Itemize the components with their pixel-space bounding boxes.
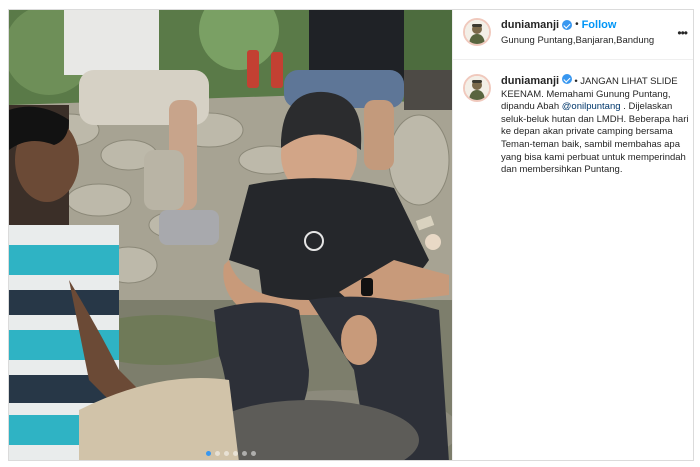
caption-part-2: . Dijelaskan seluk-beluk hutan dan LMDH.…: [501, 101, 689, 176]
post-side-panel: duniamanji • Follow Gunung Puntang,Banja…: [452, 10, 693, 460]
carousel-dot[interactable]: [223, 451, 229, 456]
carousel-dot[interactable]: [241, 451, 247, 456]
separator-dot: •: [575, 19, 579, 30]
avatar[interactable]: [463, 74, 491, 102]
mention-link[interactable]: @onilpuntang: [562, 101, 621, 112]
carousel-dot[interactable]: [205, 451, 211, 456]
post-header: duniamanji • Follow Gunung Puntang,Banja…: [453, 10, 693, 60]
photo-illustration: [9, 10, 452, 460]
carousel-indicator[interactable]: [9, 451, 452, 456]
post-photo[interactable]: [9, 10, 452, 460]
more-options-icon[interactable]: •••: [677, 26, 688, 40]
avatar-image: [465, 20, 489, 44]
caption-text: duniamanji • JANGAN LIHAT SLIDE KEENAM. …: [501, 74, 691, 177]
avatar-image: [465, 76, 489, 100]
verified-badge-icon: [561, 74, 572, 84]
post-modal: duniamanji • Follow Gunung Puntang,Banja…: [8, 9, 694, 461]
username-link[interactable]: duniamanji: [501, 18, 559, 32]
verified-badge-icon: [562, 20, 573, 30]
follow-button[interactable]: Follow: [582, 18, 617, 32]
avatar[interactable]: [463, 18, 491, 46]
location-link[interactable]: Gunung Puntang,Banjaran,Bandung: [501, 35, 675, 47]
caption-username-link[interactable]: duniamanji: [501, 75, 559, 87]
caption-block: duniamanji • JANGAN LIHAT SLIDE KEENAM. …: [453, 60, 693, 177]
post-header-info: duniamanji • Follow Gunung Puntang,Banja…: [501, 18, 675, 47]
carousel-dot[interactable]: [232, 451, 238, 456]
user-row: duniamanji • Follow: [501, 18, 675, 32]
carousel-dot[interactable]: [214, 451, 220, 456]
carousel-dot[interactable]: [250, 451, 256, 456]
